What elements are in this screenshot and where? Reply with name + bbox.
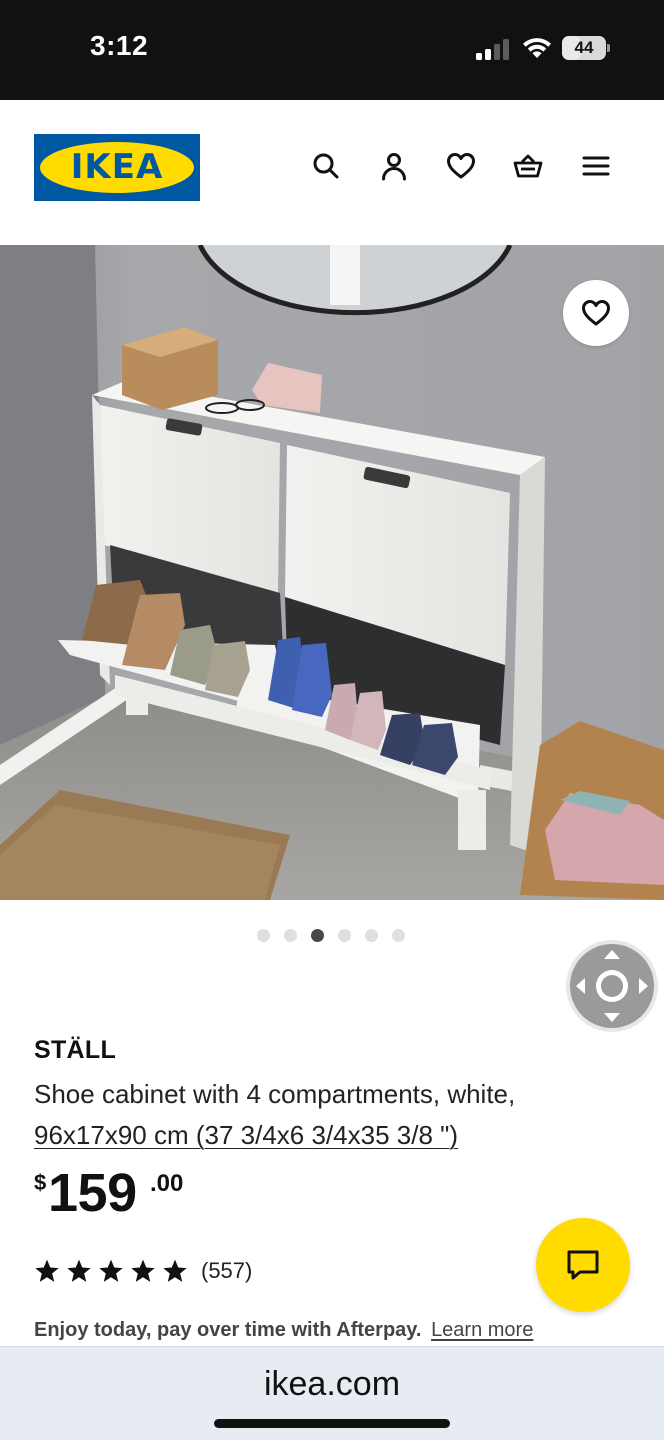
star-icon xyxy=(99,1259,123,1282)
browser-url-bar[interactable]: ikea.com xyxy=(0,1346,664,1440)
afterpay-banner: Enjoy today, pay over time with Afterpay… xyxy=(34,1319,533,1342)
account-button[interactable] xyxy=(376,148,412,184)
status-time: 3:12 xyxy=(90,30,149,61)
price-integer: 159 xyxy=(48,1163,137,1223)
carousel-dot[interactable] xyxy=(392,929,405,942)
cart-button[interactable] xyxy=(510,148,546,184)
site-header: IKEA xyxy=(0,100,664,245)
carousel-dot[interactable] xyxy=(365,929,378,942)
carousel-dot[interactable] xyxy=(338,929,351,942)
price-decimal: .00 xyxy=(150,1170,184,1197)
carousel-dot[interactable] xyxy=(257,929,270,942)
star-icon xyxy=(35,1259,59,1282)
carousel-dot[interactable] xyxy=(284,929,297,942)
wishlist-heart-icon xyxy=(447,153,475,179)
product-description: Shoe cabinet with 4 compartments, white, xyxy=(34,1079,516,1109)
menu-icon xyxy=(582,156,610,176)
rating-stars xyxy=(34,1258,194,1284)
star-icon xyxy=(131,1259,155,1282)
status-bar: 3:12 44 xyxy=(0,0,664,100)
product-image[interactable] xyxy=(0,245,664,900)
chat-button[interactable] xyxy=(536,1218,630,1312)
wishlist-button[interactable] xyxy=(443,148,479,184)
battery-icon: 44 xyxy=(562,36,610,60)
afterpay-text: Enjoy today, pay over time with Afterpay… xyxy=(34,1319,422,1341)
assistive-touch-button[interactable] xyxy=(566,940,658,1032)
review-count: (557) xyxy=(201,1258,253,1283)
product-description-block: Shoe cabinet with 4 compartments, white,… xyxy=(34,1074,634,1156)
assistive-touch-icon xyxy=(576,950,648,1022)
account-icon xyxy=(382,153,406,181)
ikea-logo-text: IKEA xyxy=(70,147,164,187)
heart-icon xyxy=(582,300,610,326)
save-to-wishlist-button[interactable] xyxy=(563,280,629,346)
product-rating[interactable]: (557) xyxy=(34,1256,252,1286)
battery-level: 44 xyxy=(574,38,594,57)
cellular-signal-icon xyxy=(476,39,509,60)
search-icon xyxy=(313,153,339,179)
search-button[interactable] xyxy=(308,148,344,184)
shoe-cabinet-photo xyxy=(0,245,664,900)
product-name: STÄLL xyxy=(34,1036,117,1064)
menu-button[interactable] xyxy=(578,148,614,184)
home-indicator[interactable] xyxy=(214,1419,450,1428)
price-currency: $ xyxy=(34,1170,47,1195)
ikea-logo[interactable]: IKEA xyxy=(34,134,200,201)
star-icon xyxy=(67,1259,91,1282)
product-measurements-link[interactable]: 96x17x90 cm (37 3/4x6 3/4x35 3/8 ") xyxy=(34,1115,634,1156)
wifi-icon xyxy=(523,38,551,58)
chat-bubble-icon xyxy=(567,1250,599,1280)
url-text[interactable]: ikea.com xyxy=(0,1365,664,1404)
shopping-bag-icon xyxy=(513,154,543,178)
carousel-dot[interactable] xyxy=(311,929,324,942)
star-icon xyxy=(163,1259,187,1282)
image-carousel-dots xyxy=(0,929,664,943)
afterpay-learn-more-link[interactable]: Learn more xyxy=(431,1319,533,1341)
